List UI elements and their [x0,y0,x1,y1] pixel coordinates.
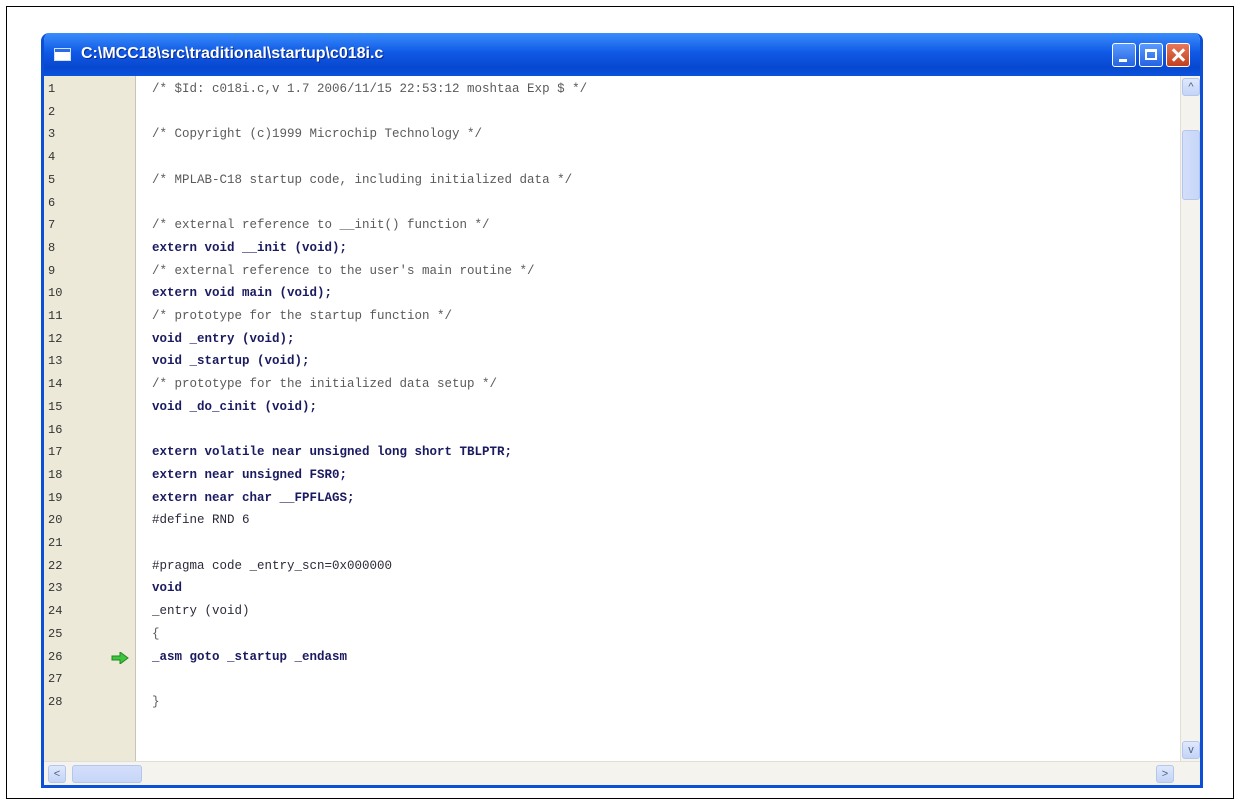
line-number: 12 [48,331,63,346]
code-line[interactable]: /* Copyright (c)1999 Microchip Technolog… [152,127,482,141]
line-number: 16 [48,422,63,437]
horizontal-scroll-thumb[interactable] [72,765,142,783]
window-title: C:\MCC18\src\traditional\startup\c018i.c [81,45,384,62]
line-number: 24 [48,604,63,619]
line-number: 17 [48,445,63,460]
vertical-scroll-thumb[interactable] [1182,130,1200,200]
line-number: 8 [48,240,56,255]
code-line[interactable]: /* external reference to the user's main… [152,264,535,278]
code-line[interactable]: extern near char __FPFLAGS; [152,491,355,505]
line-number: 20 [48,513,63,528]
line-number: 21 [48,536,63,550]
scroll-left-button[interactable]: < [48,765,66,783]
editor-window: C:\MCC18\src\traditional\startup\c018i.c… [41,33,1203,788]
scroll-down-button[interactable]: v [1182,741,1200,759]
line-number: 4 [48,150,56,165]
code-line[interactable]: #define RND 6 [152,513,250,527]
line-number: 1 [48,82,56,96]
line-number: 18 [48,467,63,482]
line-number: 11 [48,309,63,323]
code-line[interactable]: /* MPLAB-C18 startup code, including ini… [152,173,572,187]
code-line[interactable]: extern void main (void); [152,286,332,300]
line-number: 7 [48,218,56,233]
code-line[interactable]: void _do_cinit (void); [152,400,317,414]
code-line[interactable]: _asm goto _startup _endasm [152,650,347,664]
line-number: 22 [48,558,63,573]
green-arrow-icon [111,651,129,664]
code-line[interactable]: void _startup (void); [152,354,310,368]
scroll-up-button[interactable]: ^ [1182,78,1200,96]
line-number: 26 [48,649,63,664]
code-line[interactable]: { [152,627,160,641]
line-number: 9 [48,263,56,278]
code-line[interactable]: #pragma code _entry_scn=0x000000 [152,559,392,573]
line-number: 23 [48,581,63,596]
line-number: 13 [48,354,63,369]
code-line[interactable]: /* external reference to __init() functi… [152,218,490,232]
code-area[interactable]: /* $Id: c018i.c,v 1.7 2006/11/15 22:53:1… [152,76,1172,761]
code-line[interactable]: } [152,695,160,709]
vertical-scrollbar[interactable]: ^ v [1180,76,1200,761]
horizontal-scrollbar[interactable]: < > [44,761,1200,785]
close-button[interactable] [1166,43,1190,67]
code-line[interactable]: extern volatile near unsigned long short… [152,445,512,459]
line-number: 6 [48,195,56,210]
code-line[interactable]: _entry (void) [152,604,250,618]
window-icon [54,48,71,61]
code-line[interactable]: /* prototype for the initialized data se… [152,377,497,391]
maximize-button[interactable] [1139,43,1163,67]
line-number: 14 [48,377,63,392]
line-number: 27 [48,672,63,687]
code-line[interactable]: void _entry (void); [152,332,295,346]
line-number: 2 [48,104,56,119]
code-line[interactable]: void [152,581,182,595]
line-number: 10 [48,286,63,301]
code-line[interactable]: /* $Id: c018i.c,v 1.7 2006/11/15 22:53:1… [152,82,587,96]
line-number: 25 [48,626,63,641]
line-number-gutter: 1 2 3 4 5 6 7 8 9 10 11 12 13 14 15 16 17 18 19 20 21 22 23 24 2… [44,76,136,761]
code-editor[interactable]: 1 2 3 4 5 6 7 8 9 10 11 12 13 14 15 16 17 18 19 20 21 22 23 24 2… [44,76,1200,761]
code-line[interactable]: /* prototype for the startup function */ [152,309,452,323]
minimize-button[interactable] [1112,43,1136,67]
code-line[interactable]: extern near unsigned FSR0; [152,468,347,482]
line-number: 28 [48,694,63,709]
title-bar[interactable]: C:\MCC18\src\traditional\startup\c018i.c [44,33,1200,76]
scroll-right-button[interactable]: > [1156,765,1174,783]
code-line[interactable]: extern void __init (void); [152,241,347,255]
line-number: 3 [48,127,56,142]
line-number: 19 [48,490,63,505]
line-number: 15 [48,399,63,414]
line-number: 5 [48,172,56,187]
